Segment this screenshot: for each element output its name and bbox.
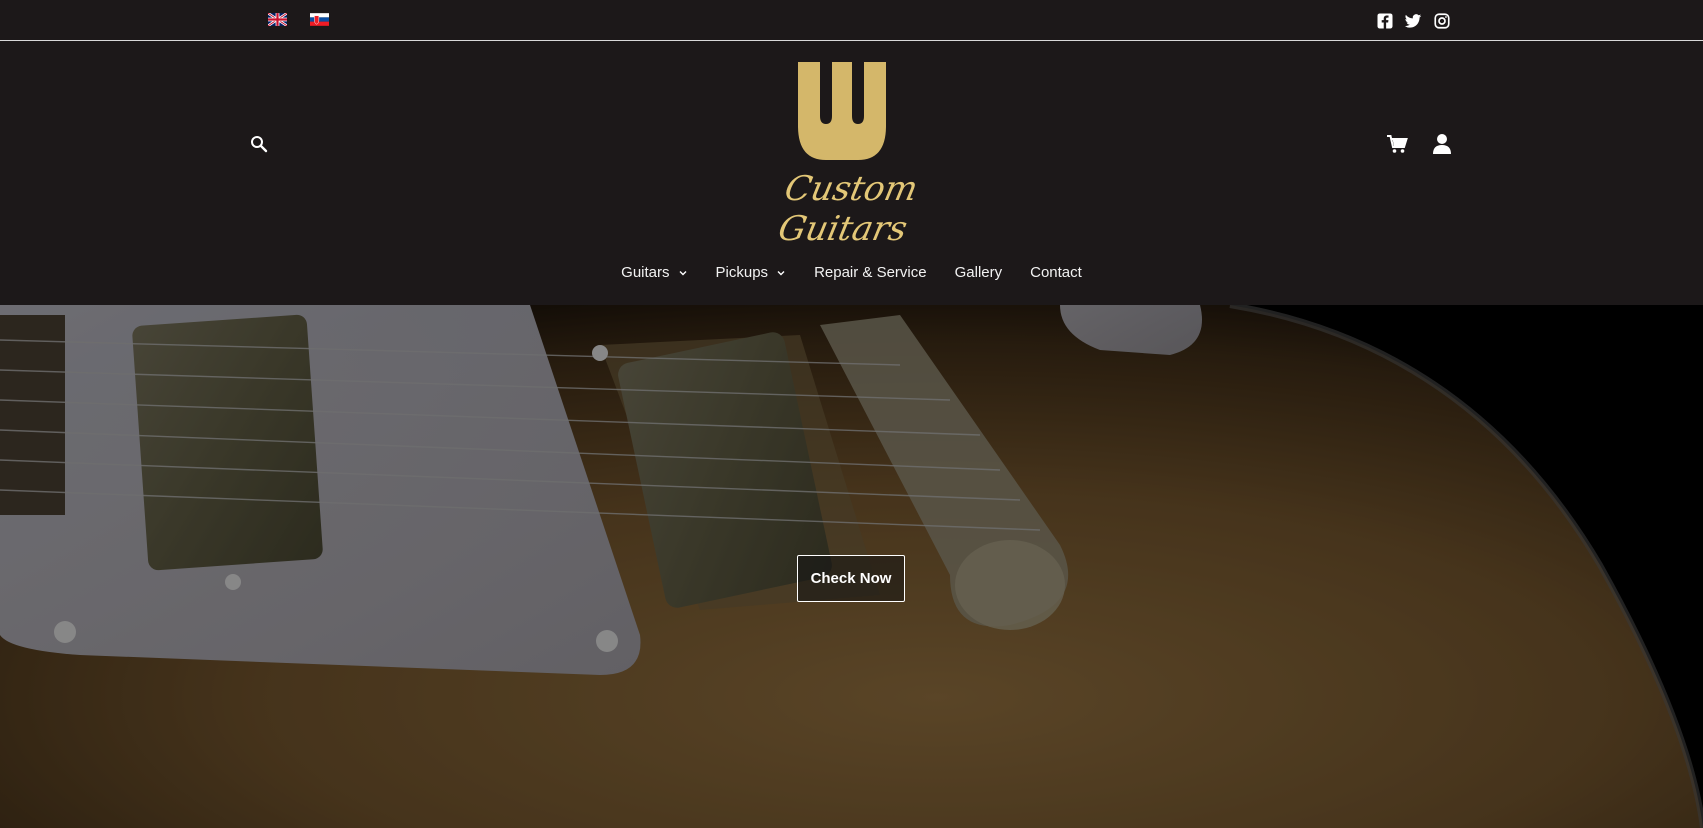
flag-slovakia-icon[interactable] [310,13,329,26]
check-now-button[interactable]: Check Now [797,555,905,602]
twitter-icon[interactable] [1404,12,1422,30]
instagram-icon[interactable] [1433,12,1451,30]
nav-item-repair-service[interactable]: Repair & Service [800,264,941,281]
search-icon[interactable] [249,134,269,154]
nav-item-label: Pickups [715,264,769,281]
nav-item-contact[interactable]: Contact [1016,264,1096,281]
logo-text: Custom Guitars [774,169,922,249]
site-logo[interactable]: Custom Guitars [722,61,972,249]
site-header: Custom Guitars Guitars Pickups Repair & … [0,41,1703,305]
nav-item-pickups[interactable]: Pickups [702,264,801,281]
logo-w-mark [798,62,886,160]
nav-item-label: Contact [1030,264,1082,281]
chevron-down-icon [777,270,785,275]
nav-item-label: Guitars [621,264,670,281]
hero-banner: Check Now [0,305,1703,828]
nav-item-gallery[interactable]: Gallery [941,264,1017,281]
main-navigation: Guitars Pickups Repair & Service Gallery… [0,264,1703,294]
chevron-down-icon [679,270,687,275]
nav-item-label: Gallery [954,264,1003,281]
facebook-icon[interactable] [1376,12,1394,30]
top-bar [0,0,1703,41]
nav-item-label: Repair & Service [814,264,927,281]
user-account-icon[interactable] [1432,133,1452,155]
flag-uk-icon[interactable] [268,13,287,26]
nav-item-guitars[interactable]: Guitars [607,264,701,281]
cart-icon[interactable] [1386,134,1408,154]
